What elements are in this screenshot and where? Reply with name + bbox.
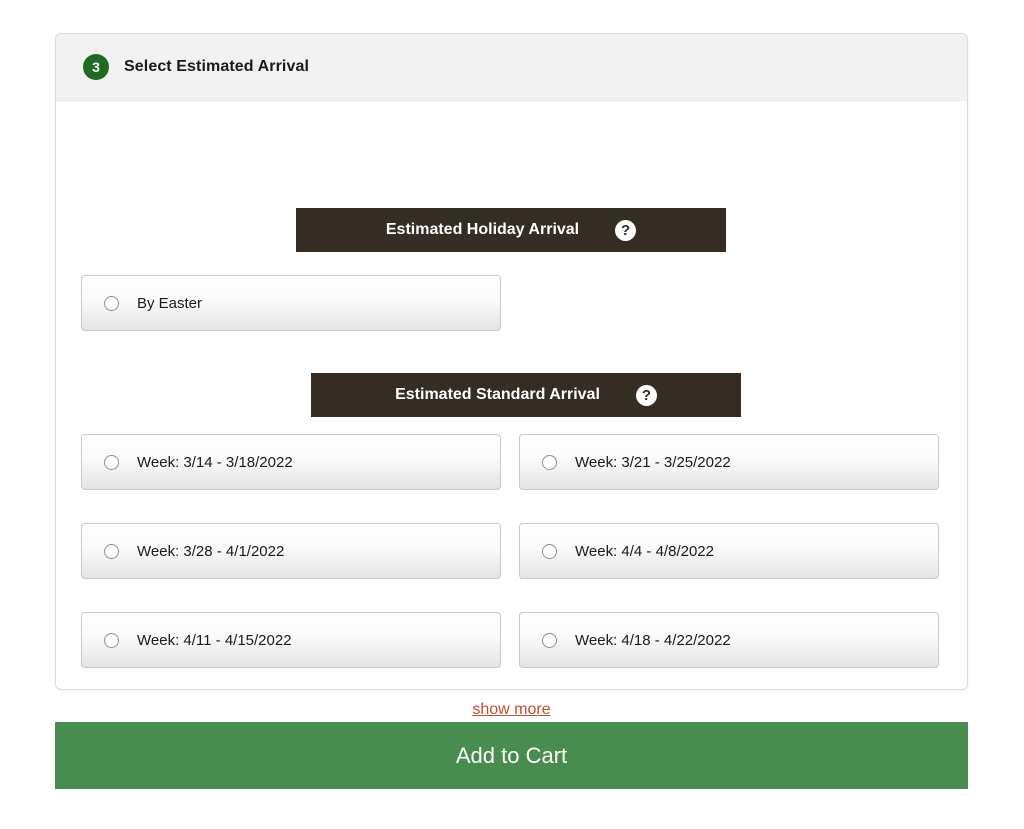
add-to-cart-button[interactable]: Add to Cart [55,722,968,789]
option-label: Week: 3/21 - 3/25/2022 [575,453,731,471]
arrival-option-week-6[interactable]: Week: 4/18 - 4/22/2022 [519,612,939,668]
question-mark-icon[interactable]: ? [635,384,657,406]
arrival-option-week-5[interactable]: Week: 4/11 - 4/15/2022 [81,612,501,668]
arrival-option-week-3[interactable]: Week: 3/28 - 4/1/2022 [81,523,501,579]
arrival-option-week-4[interactable]: Week: 4/4 - 4/8/2022 [519,523,939,579]
option-label: Week: 4/11 - 4/15/2022 [137,631,292,649]
radio-button-week-1[interactable] [104,454,119,470]
radio-button-week-2[interactable] [542,454,557,470]
show-more-link[interactable]: show more [472,701,550,718]
estimated-standard-arrival-bar: Estimated Standard Arrival ? [311,373,741,417]
page-root: 3 Select Estimated Arrival Estimated Hol… [0,0,1024,829]
holiday-bar-label: Estimated Holiday Arrival [385,221,580,238]
arrival-option-week-2[interactable]: Week: 3/21 - 3/25/2022 [519,434,939,490]
radio-button-week-4[interactable] [542,543,557,559]
option-label: Week: 4/4 - 4/8/2022 [575,542,714,560]
page-title: Select Estimated Arrival [124,58,310,75]
question-mark-icon[interactable]: ? [615,219,637,241]
option-label: Week: 3/14 - 3/18/2022 [137,453,293,471]
standard-bar-label: Estimated Standard Arrival [395,386,600,403]
arrival-option-week-1[interactable]: Week: 3/14 - 3/18/2022 [81,434,501,490]
radio-button-by-easter[interactable] [104,295,119,311]
option-label: By Easter [137,294,203,312]
option-label: Week: 4/18 - 4/22/2022 [575,631,731,649]
estimated-holiday-arrival-bar: Estimated Holiday Arrival ? [296,208,726,252]
card-body: Estimated Holiday Arrival ? By Easter Es… [56,101,967,718]
estimated-arrival-card: 3 Select Estimated Arrival Estimated Hol… [55,33,968,718]
show-more-container: show more [56,701,967,719]
option-label: Week: 3/28 - 4/1/2022 [137,542,285,560]
radio-button-week-3[interactable] [104,543,119,559]
arrival-option-by-easter[interactable]: By Easter [81,275,501,331]
radio-button-week-5[interactable] [104,632,119,648]
radio-button-week-6[interactable] [542,632,557,648]
step-number-badge: 3 [83,54,109,80]
card-header: 3 Select Estimated Arrival [56,34,967,101]
